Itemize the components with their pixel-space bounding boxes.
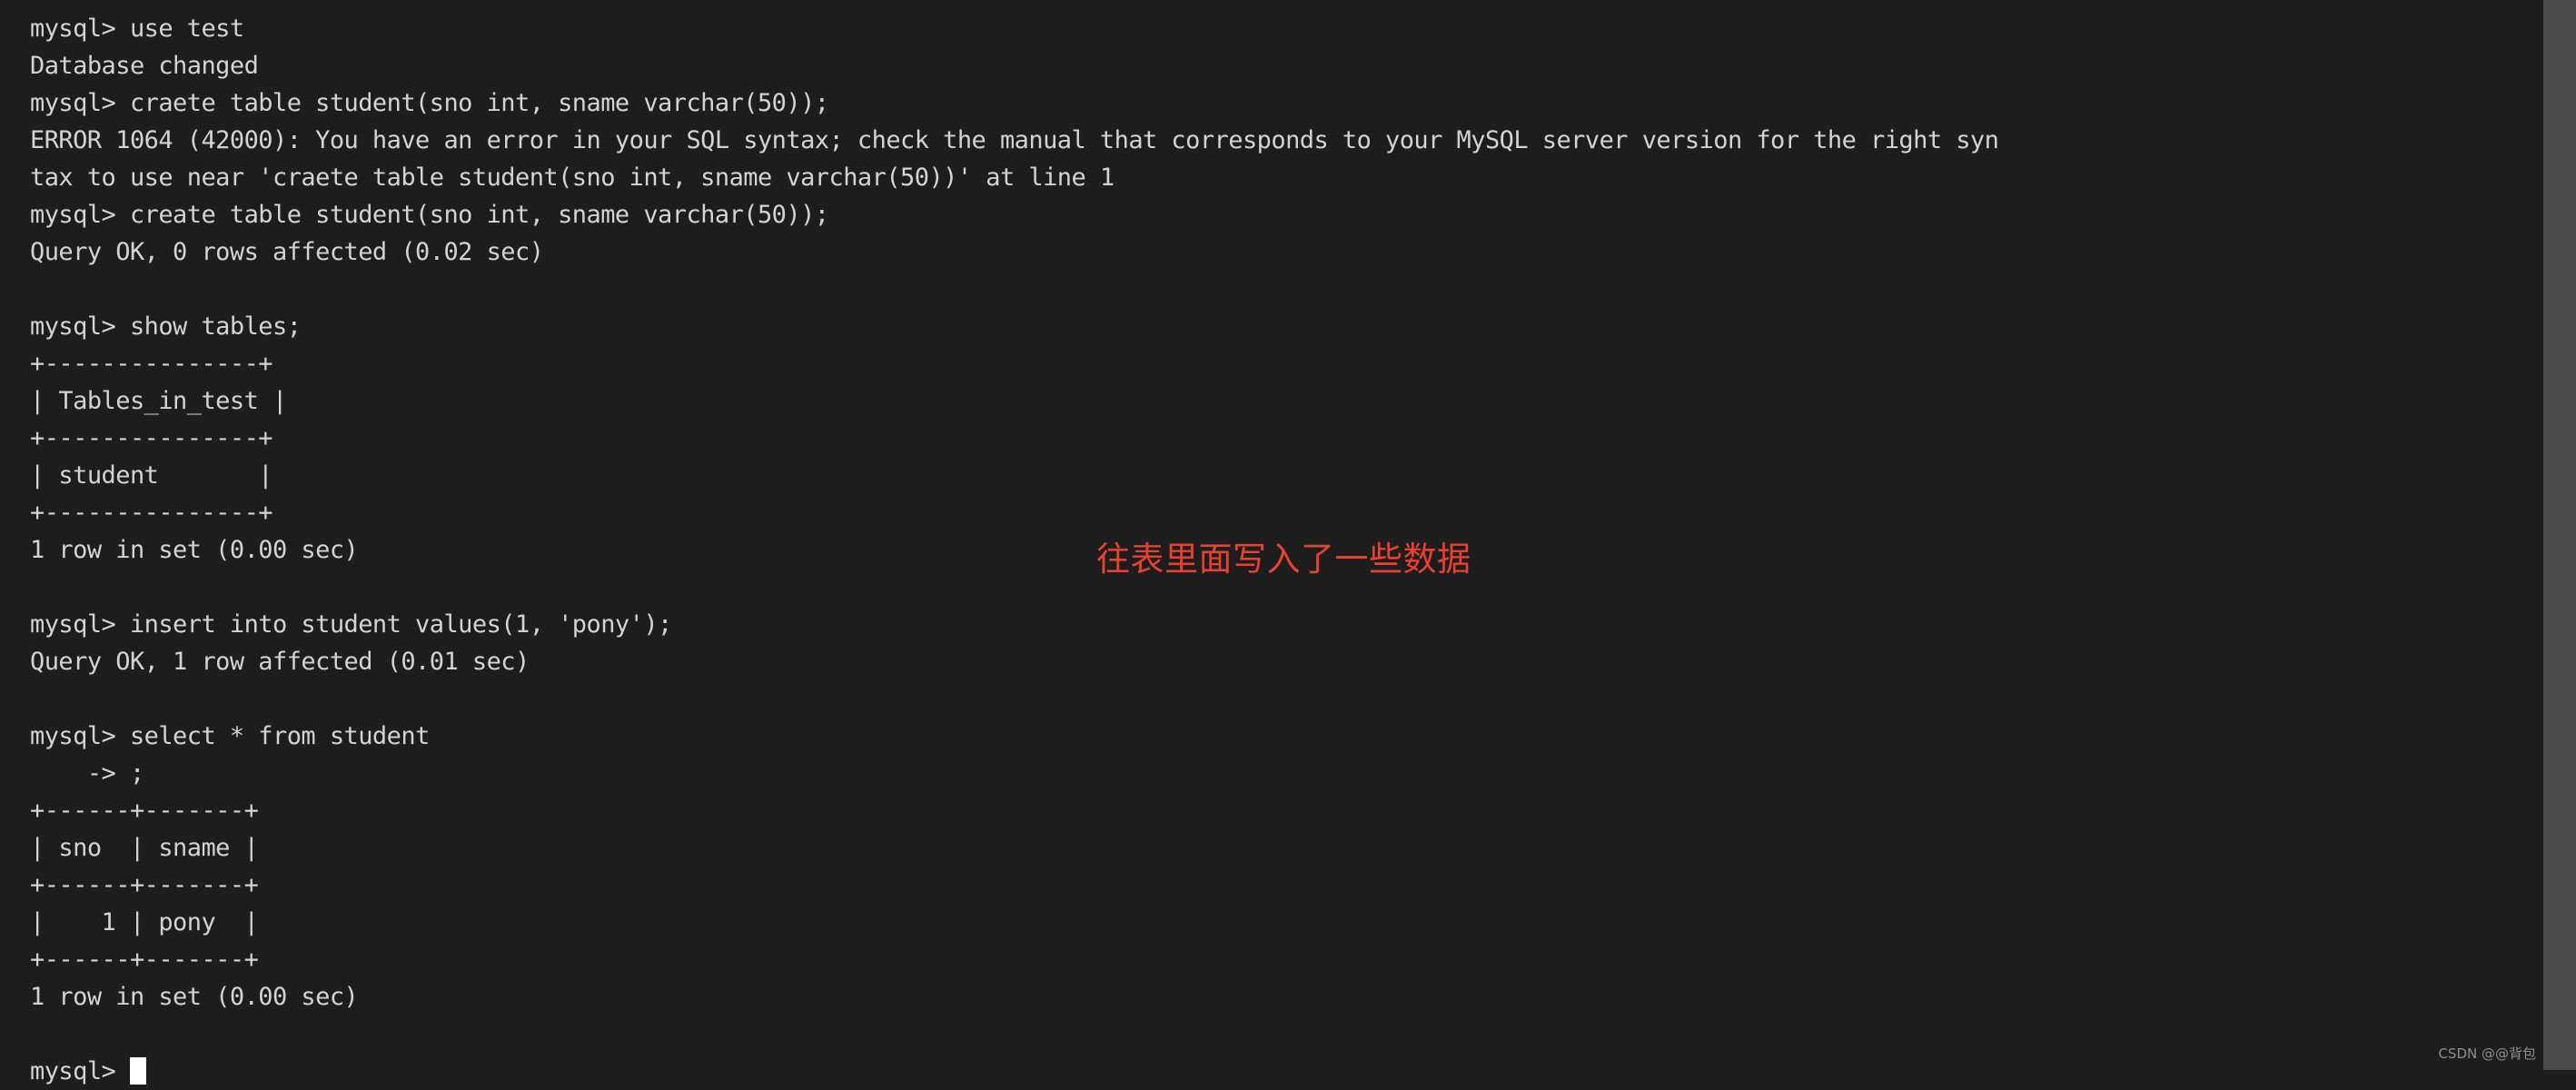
- vertical-scrollbar[interactable]: [2543, 0, 2576, 1070]
- annotation-label: 往表里面写入了一些数据: [1096, 540, 1471, 579]
- terminal-final-prompt: mysql>: [30, 1057, 130, 1085]
- watermark-label: CSDN @@背包: [2438, 1045, 2536, 1062]
- terminal-lines: mysql> use test Database changed mysql> …: [30, 15, 1999, 1011]
- scrollbar-thumb[interactable]: [2543, 0, 2576, 1070]
- terminal-window: mysql> use test Database changed mysql> …: [0, 0, 2576, 1085]
- text-cursor: [129, 1057, 146, 1085]
